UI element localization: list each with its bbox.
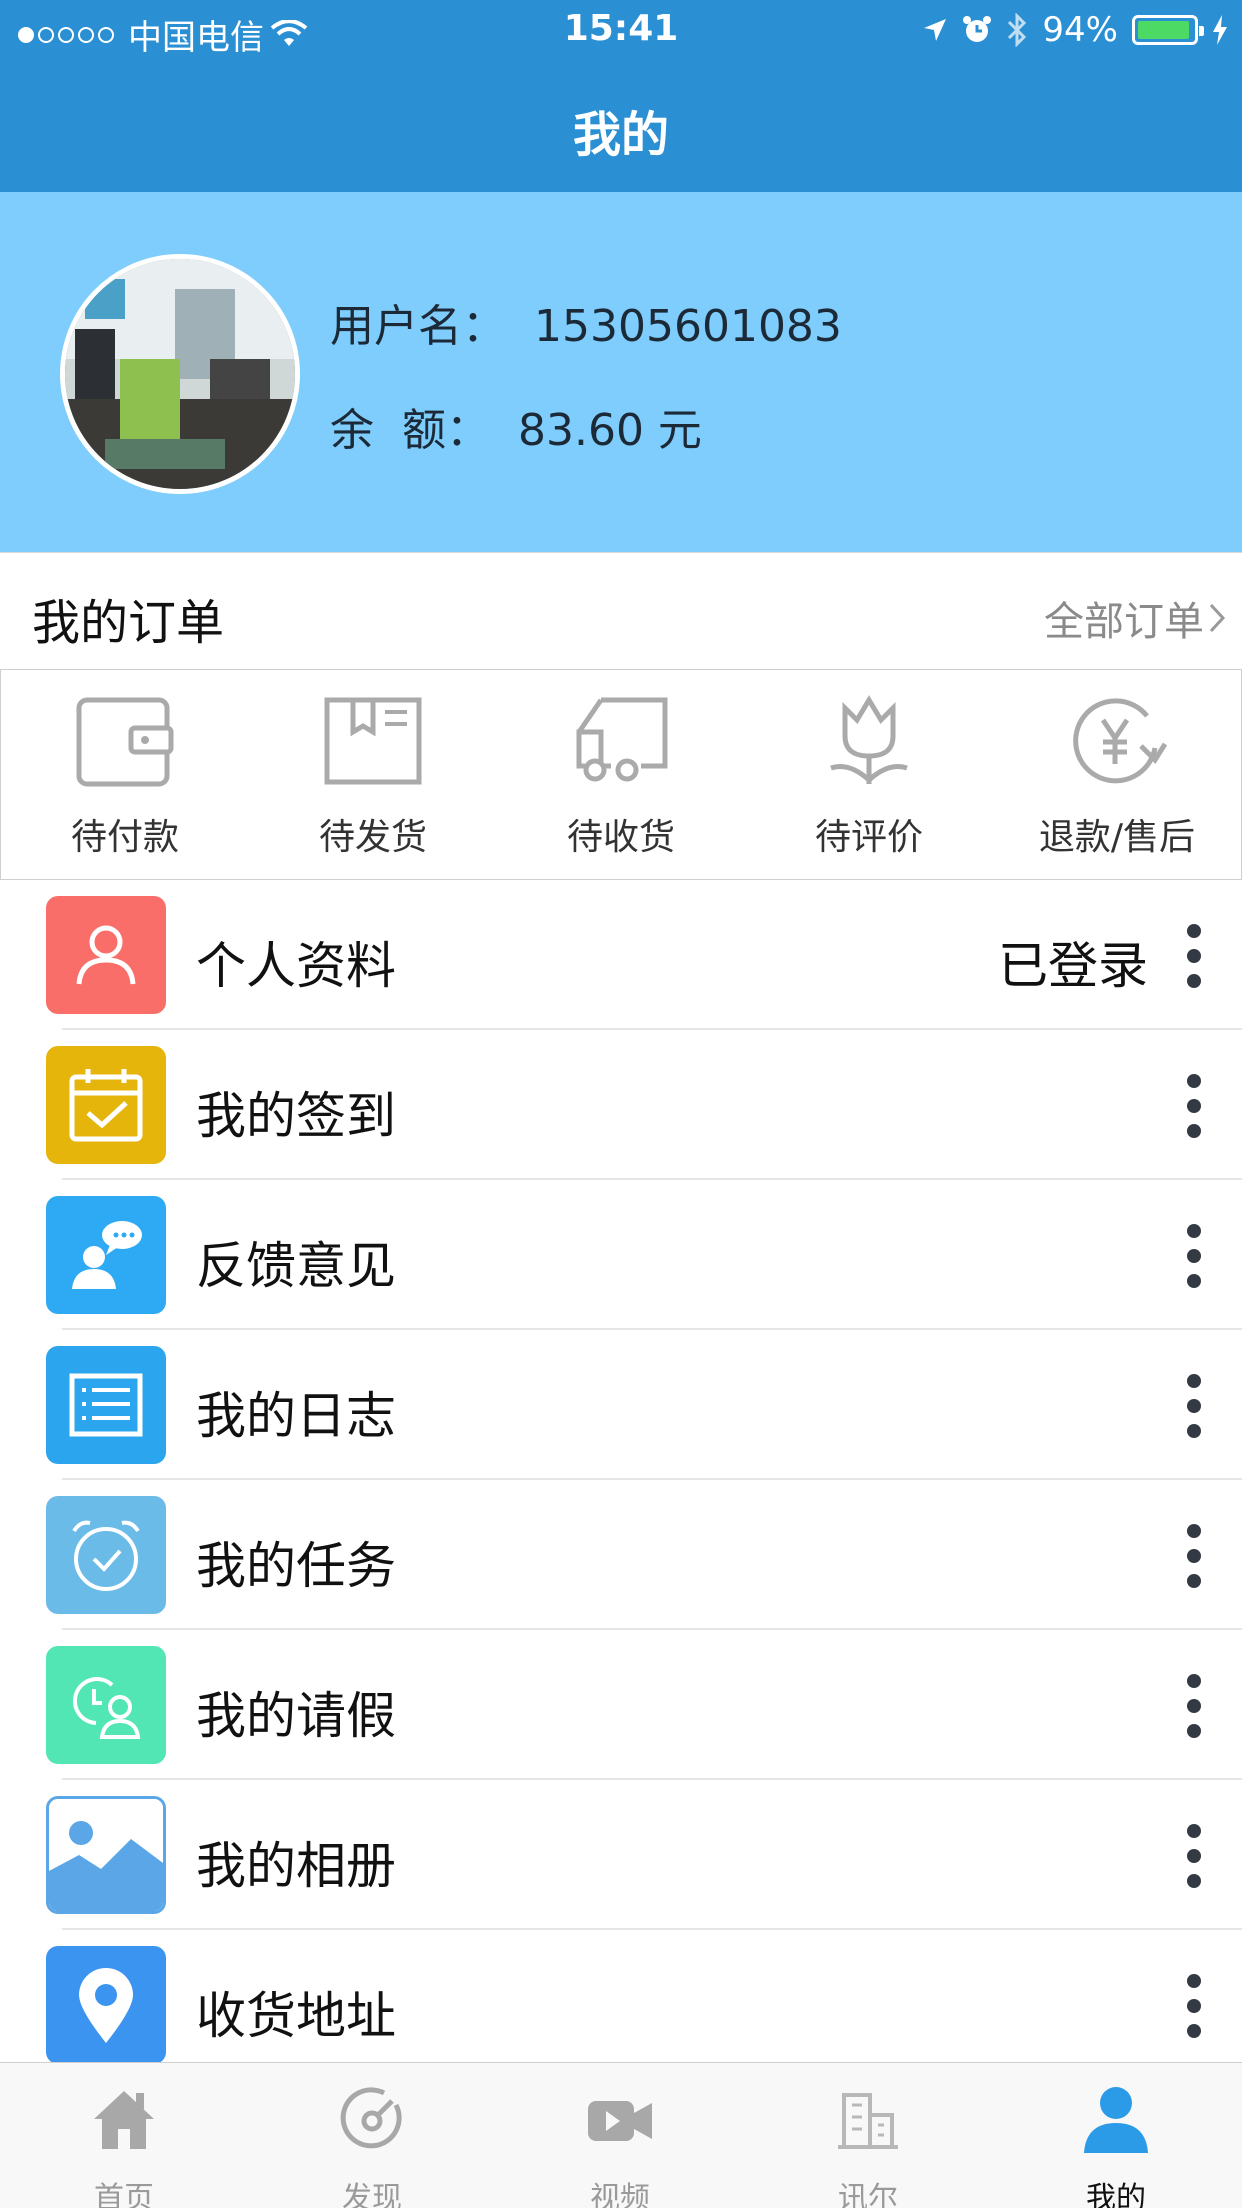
video-icon	[588, 2101, 652, 2141]
avatar-photo	[65, 259, 295, 489]
menu-item-icon	[46, 896, 166, 1014]
order-pending-review[interactable]: 待评价	[745, 670, 993, 880]
my-orders-header: 我的订单 全部订单	[0, 552, 1242, 670]
more-vertical-icon[interactable]	[1186, 1524, 1202, 1588]
picture-icon	[49, 1799, 163, 1911]
avatar[interactable]	[60, 254, 300, 494]
calendar-check-icon	[69, 1069, 143, 1142]
menu-item-log[interactable]: 我的日志	[0, 1330, 1242, 1480]
menu-item-feedback[interactable]: 反馈意见	[0, 1180, 1242, 1330]
package-icon	[324, 697, 422, 785]
status-right: 94%	[922, 10, 1228, 50]
location-pin-icon	[79, 1968, 133, 2043]
menu-item-label: 反馈意见	[196, 1237, 396, 1295]
alarm-icon	[963, 16, 992, 42]
menu-item-album[interactable]: 我的相册	[0, 1780, 1242, 1930]
chevron-right-icon	[1209, 603, 1226, 633]
tab-label: 讯尔	[838, 2181, 898, 2208]
list-icon	[69, 1373, 143, 1437]
more-vertical-icon[interactable]	[1186, 1374, 1202, 1438]
refund-yen-icon	[1073, 698, 1167, 784]
tulip-icon	[830, 695, 908, 784]
menu-item-label: 我的签到	[196, 1087, 396, 1145]
menu-item-address[interactable]: 收货地址	[0, 1930, 1242, 2080]
discover-icon	[340, 2087, 402, 2149]
order-pending-payment[interactable]: 待付款	[1, 670, 249, 880]
profile-header: 用户名： 15305601083 余 额： 83.60 元	[0, 192, 1242, 552]
login-status: 已登录	[998, 937, 1148, 995]
menu-item-icon	[46, 1046, 166, 1164]
balance-label: 余 额：	[330, 405, 490, 456]
charging-bolt-icon	[1213, 15, 1227, 45]
feedback-icon	[72, 1221, 142, 1289]
menu-item-icon	[46, 1946, 166, 2064]
menu-list: 个人资料 已登录 我的签到 反馈意见 我的日志 我的任务 我的请假 我的相册 收…	[0, 880, 1242, 2080]
more-vertical-icon[interactable]	[1186, 1074, 1202, 1138]
order-item-label: 待收货	[566, 817, 675, 858]
order-item-label: 待发货	[318, 817, 427, 858]
more-vertical-icon[interactable]	[1186, 1674, 1202, 1738]
menu-item-icon	[46, 1196, 166, 1314]
order-item-label: 退款/售后	[1038, 817, 1196, 858]
truck-icon	[576, 697, 668, 782]
username-label: 用户名：	[330, 301, 506, 352]
more-vertical-icon[interactable]	[1186, 1974, 1202, 2038]
tab-label: 首页	[94, 2181, 154, 2208]
menu-item-profile[interactable]: 个人资料 已登录	[0, 880, 1242, 1030]
tab-bar: 首页 发现 视频 讯尔 我的	[0, 2062, 1242, 2208]
order-status-grid: 待付款 待发货 待收货 待评价 退款/售后	[0, 670, 1242, 880]
balance-line: 余 额： 83.60 元	[330, 394, 702, 458]
top-bar: 中国电信 15:41 94% 我的	[0, 0, 1242, 192]
building-icon	[838, 2093, 898, 2149]
wallet-icon	[76, 697, 174, 787]
all-orders-label: 全部订单	[1044, 599, 1204, 645]
all-orders-link[interactable]: 全部订单	[1044, 589, 1226, 647]
order-item-label: 待付款	[70, 817, 179, 858]
balance-value: 83.60 元	[517, 405, 702, 456]
user-icon	[1084, 2087, 1148, 2153]
status-bar: 中国电信 15:41 94%	[0, 0, 1242, 62]
tab-discover[interactable]: 发现	[248, 2063, 496, 2208]
home-icon	[94, 2091, 154, 2149]
person-icon	[76, 925, 136, 985]
menu-item-checkin[interactable]: 我的签到	[0, 1030, 1242, 1180]
order-pending-receipt[interactable]: 待收货	[497, 670, 745, 880]
menu-item-icon	[46, 1796, 166, 1914]
page-title: 我的	[572, 107, 669, 163]
tab-video[interactable]: 视频	[496, 2063, 744, 2208]
menu-item-icon	[46, 1496, 166, 1614]
battery-icon	[1132, 15, 1204, 45]
my-orders-title: 我的订单	[32, 595, 225, 651]
tab-xuner[interactable]: 讯尔	[744, 2063, 992, 2208]
more-vertical-icon[interactable]	[1186, 1224, 1202, 1288]
order-pending-shipment[interactable]: 待发货	[249, 670, 497, 880]
username-line: 用户名： 15305601083	[330, 290, 842, 354]
menu-item-leave[interactable]: 我的请假	[0, 1630, 1242, 1780]
menu-item-icon	[46, 1646, 166, 1764]
tab-label: 视频	[590, 2181, 650, 2208]
more-vertical-icon[interactable]	[1186, 924, 1202, 988]
tab-mine[interactable]: 我的	[992, 2063, 1240, 2208]
order-refund-aftersale[interactable]: 退款/售后	[993, 670, 1241, 880]
menu-item-label: 收货地址	[196, 1987, 396, 2045]
menu-item-icon	[46, 1346, 166, 1464]
tab-home[interactable]: 首页	[0, 2063, 248, 2208]
app-root: { "status_bar": { "carrier": "中国电信", "ti…	[0, 0, 1242, 2208]
location-arrow-icon	[924, 19, 947, 41]
menu-item-label: 我的请假	[196, 1687, 396, 1745]
alarm-clock-icon	[72, 1520, 140, 1591]
menu-item-label: 我的相册	[196, 1837, 396, 1895]
leave-user-clock-icon	[72, 1677, 141, 1739]
menu-item-tasks[interactable]: 我的任务	[0, 1480, 1242, 1630]
username-value: 15305601083	[533, 301, 842, 352]
menu-item-label: 我的任务	[196, 1537, 396, 1595]
tab-label: 发现	[342, 2181, 402, 2208]
order-item-label: 待评价	[814, 817, 923, 858]
battery-percent: 94%	[1042, 10, 1118, 50]
menu-item-label: 个人资料	[196, 937, 396, 995]
more-vertical-icon[interactable]	[1186, 1824, 1202, 1888]
bluetooth-icon	[1008, 13, 1027, 47]
tab-label: 我的	[1086, 2181, 1146, 2208]
menu-item-label: 我的日志	[196, 1387, 396, 1445]
